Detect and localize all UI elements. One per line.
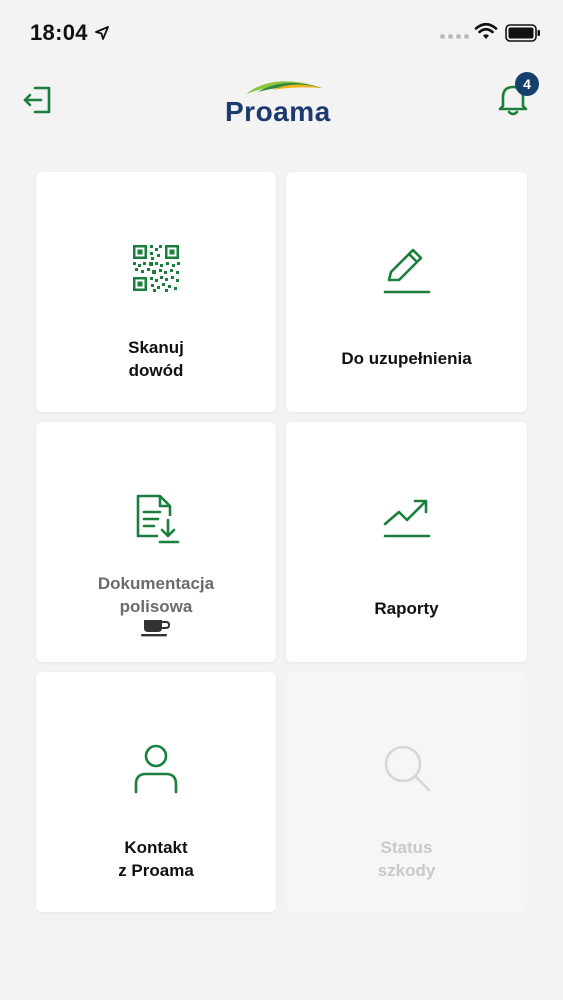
logo-text: Proama [225,96,331,127]
battery-icon [505,24,540,42]
tile-scan-document[interactable]: Skanuj dowód [36,172,276,412]
tile-label: Kontakt z Proama [118,838,194,880]
coffee-cup-icon [141,620,171,637]
tile-label: Raporty [374,599,439,618]
qr-code-icon [128,240,184,296]
tile-claim-status: Status szkody [286,672,527,912]
tile-label: Dokumentacja polisowa [97,574,215,616]
wifi-icon [474,22,498,39]
cellular-signal-icon [440,34,469,39]
search-icon [379,740,435,796]
trend-chart-icon [379,490,435,546]
tile-label: Do uzupełnienia [341,349,472,368]
tile-label: Status szkody [377,838,436,880]
tile-reports[interactable]: Raporty [286,422,527,662]
location-arrow-icon [95,26,109,40]
tile-to-complete[interactable]: Do uzupełnienia [286,172,527,412]
notification-badge: 4 [515,72,539,96]
pencil-icon [379,240,435,296]
app-header: Proama 4 [0,66,563,146]
menu-grid: Skanuj dowód Do uzupełnienia Dokumentacj… [36,172,528,912]
person-icon [128,740,184,796]
tile-label: Skanuj dowód [128,338,184,380]
status-time: 18:04 [30,20,88,45]
document-download-icon [128,490,184,546]
tile-policy-documents[interactable]: Dokumentacja polisowa [36,422,276,662]
logout-icon[interactable] [22,84,54,116]
status-bar: 18:04 [0,0,563,66]
tile-contact[interactable]: Kontakt z Proama [36,672,276,912]
logo-swoosh-icon [246,81,322,94]
proama-logo: Proama [220,74,345,132]
